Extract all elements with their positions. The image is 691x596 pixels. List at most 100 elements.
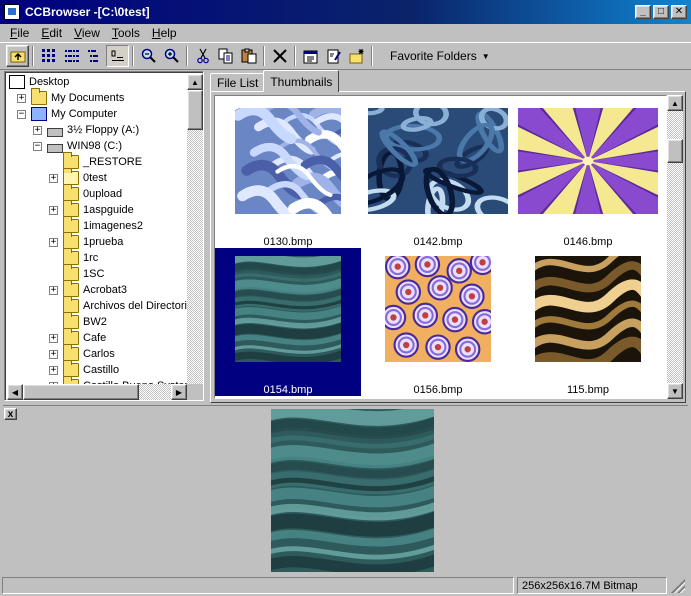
paste-button[interactable] (237, 45, 260, 67)
copy-button[interactable] (214, 45, 237, 67)
tree-item[interactable]: + Acrobat3 (49, 280, 127, 298)
expand-icon[interactable]: + (33, 125, 42, 135)
thumbnail-item[interactable]: 0156.bmp (365, 248, 511, 396)
small-icons-button[interactable] (60, 45, 83, 67)
tree-item[interactable]: 1rc (49, 248, 98, 266)
expand-icon[interactable]: + (49, 205, 58, 215)
new-folder-button[interactable] (345, 45, 368, 67)
list-view-button[interactable] (83, 45, 106, 67)
tree-item[interactable]: +1prueba (49, 232, 123, 250)
tree-item[interactable]: +1aspguide (49, 200, 134, 218)
scroll-up-button[interactable]: ▲ (187, 74, 203, 90)
rename-button[interactable] (322, 45, 345, 67)
tree-item[interactable]: + My Documents (17, 88, 124, 106)
thumbnail-panel: 0130.bmp 0142.bmp 0146.bmp 0154.bmp 0156.bmp… (210, 91, 686, 403)
folder-tree[interactable]: Desktop + My Documents − My Computer +3½ Flop… (7, 74, 188, 384)
properties-button[interactable] (299, 45, 322, 67)
thumbnail-image (235, 256, 341, 362)
thumbnail-image (368, 108, 508, 214)
folder-icon (63, 184, 79, 201)
zoom-in-button[interactable] (160, 45, 183, 67)
details-view-button[interactable] (106, 45, 129, 67)
collapse-icon[interactable]: − (33, 141, 42, 151)
resize-grip-icon[interactable] (671, 578, 685, 593)
tree-item[interactable]: 0upload (49, 184, 123, 202)
thumbnail-grid[interactable]: 0130.bmp 0142.bmp 0146.bmp 0154.bmp 0156.bmp… (214, 95, 667, 399)
zoom-out-button[interactable] (137, 45, 160, 67)
folder-icon (31, 88, 47, 105)
delete-button[interactable] (268, 45, 291, 67)
tree-item[interactable]: + Castillo (49, 360, 119, 378)
tree-item[interactable]: + Carlos (49, 344, 115, 362)
tree-item[interactable]: BW2 (49, 312, 107, 330)
thumbnail-filename: 0130.bmp (263, 236, 313, 248)
collapse-icon[interactable]: − (17, 109, 26, 119)
thumbnail-item[interactable]: 0130.bmp (215, 100, 361, 248)
tree-item-label: 3½ Floppy (A:) (67, 124, 140, 136)
expand-icon[interactable]: + (49, 173, 58, 183)
maximize-button[interactable]: □ (653, 5, 669, 19)
folder-icon (63, 264, 79, 281)
menu-view[interactable]: View (68, 26, 106, 40)
scroll-thumb[interactable] (187, 90, 203, 130)
up-folder-button[interactable] (6, 45, 29, 67)
expand-icon[interactable]: + (49, 365, 58, 375)
expand-icon[interactable]: + (49, 285, 58, 295)
cut-icon (196, 48, 209, 64)
preview-close-button[interactable]: x (4, 408, 17, 420)
large-icons-button[interactable] (37, 45, 60, 67)
menu-file[interactable]: File (4, 26, 35, 40)
thumbnail-item[interactable]: 0142.bmp (365, 100, 511, 248)
folder-icon (63, 344, 79, 361)
toolbar-separator (294, 46, 296, 66)
menu-bar: File Edit View Tools Help (0, 24, 691, 42)
tree-item[interactable]: + Cafe (49, 328, 106, 346)
folder-tree-panel[interactable]: Desktop + My Documents − My Computer +3½ Flop… (4, 71, 204, 401)
tree-item[interactable]: − WIN98 (C:) (33, 138, 122, 154)
rename-icon (327, 49, 341, 64)
minimize-button[interactable]: _ (635, 5, 651, 19)
tree-item-label: Carlos (83, 348, 115, 360)
tree-item[interactable]: 1SC (49, 264, 104, 282)
expand-icon[interactable]: + (49, 333, 58, 343)
small-icons-icon (64, 50, 79, 62)
toolbar-separator (32, 46, 34, 66)
favorite-folders-button[interactable]: Favorite Folders ▼ (384, 45, 496, 67)
scroll-up-button[interactable]: ▲ (667, 95, 683, 111)
tree-item-label: My Computer (51, 108, 118, 120)
tree-horizontal-scrollbar[interactable]: ◀ ▶ (7, 384, 187, 400)
menu-help[interactable]: Help (146, 26, 183, 40)
status-left (2, 577, 514, 594)
thumbnail-vertical-scrollbar[interactable]: ▲ ▼ (667, 95, 683, 399)
window-title: CCBrowser -[C:\0test] (25, 5, 150, 19)
tree-item-label: 0upload (83, 188, 123, 200)
scroll-left-button[interactable]: ◀ (7, 384, 23, 400)
menu-edit[interactable]: Edit (35, 26, 68, 40)
properties-icon (303, 50, 317, 64)
scroll-right-button[interactable]: ▶ (171, 384, 187, 400)
thumbnail-filename: 0154.bmp (263, 384, 313, 396)
scroll-thumb[interactable] (667, 139, 683, 163)
zoom-in-icon (164, 48, 179, 63)
tree-item[interactable]: +0test (49, 168, 107, 186)
cut-button[interactable] (191, 45, 214, 67)
scroll-thumb[interactable] (23, 384, 139, 400)
expand-icon[interactable]: + (17, 93, 26, 103)
thumbnail-item[interactable]: 0154.bmp (215, 248, 361, 396)
menu-tools[interactable]: Tools (106, 26, 146, 40)
thumbnail-item[interactable]: 0146.bmp (515, 100, 661, 248)
tree-item-label: Archivos del Directori (83, 300, 187, 312)
expand-icon[interactable]: + (49, 349, 58, 359)
preview-image[interactable] (271, 409, 434, 572)
thumbnail-item[interactable]: 115.bmp (515, 248, 661, 396)
expand-icon[interactable]: + (49, 237, 58, 247)
tab-file-list[interactable]: File List (210, 73, 266, 92)
scroll-down-button[interactable]: ▼ (667, 383, 683, 399)
tree-vertical-scrollbar[interactable]: ▲ (187, 74, 203, 384)
app-icon[interactable] (4, 4, 20, 20)
tab-thumbnails[interactable]: Thumbnails (263, 70, 340, 92)
title-bar[interactable]: CCBrowser -[C:\0test] _ □ ✕ (0, 0, 691, 24)
close-button[interactable]: ✕ (671, 5, 687, 19)
tree-item[interactable]: − My Computer (17, 106, 117, 122)
tree-item[interactable]: +3½ Floppy (A:) (33, 122, 139, 138)
